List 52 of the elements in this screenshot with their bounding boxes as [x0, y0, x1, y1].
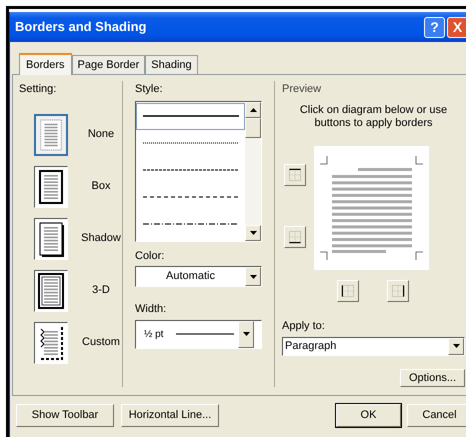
setting-label: Box: [90, 179, 112, 194]
preview-hint: Click on diagram below or use buttons to apply borders: [298, 104, 448, 130]
border-toggle-button[interactable]: [284, 226, 306, 248]
border-edge-icon: [287, 228, 303, 244]
caret-icon: [250, 230, 256, 234]
color-dropdown[interactable]: Automatic: [135, 266, 262, 287]
section-label: Style:: [135, 82, 164, 97]
setting-label: 3-D: [91, 283, 111, 298]
caret-icon: [242, 332, 250, 336]
dropdown-button[interactable]: [448, 338, 464, 354]
width-dropdown[interactable]: ½ pt: [135, 320, 262, 348]
setting-option[interactable]: [34, 322, 68, 364]
scroll-up-icon: [250, 108, 256, 112]
setting-label: Shadow: [80, 231, 122, 246]
border-toggle-button[interactable]: [284, 164, 306, 186]
border-toggle-button[interactable]: [387, 280, 409, 302]
scrollbar[interactable]: [245, 102, 261, 240]
border-edge-icon: [390, 282, 406, 298]
apply-to-dropdown[interactable]: Paragraph: [282, 337, 465, 356]
field-label: Apply to:: [282, 318, 326, 334]
footer-button[interactable]: OK: [336, 404, 401, 427]
footer-button[interactable]: Horizontal Line...: [121, 404, 219, 427]
section-label: Setting:: [19, 82, 58, 97]
window-title: Borders and Shading: [15, 18, 148, 36]
help-button[interactable]: ?: [424, 16, 445, 38]
page-border-icon: [35, 270, 67, 310]
dropdown-button[interactable]: [238, 320, 254, 348]
caret-icon: [250, 274, 256, 278]
setting-option[interactable]: [34, 218, 68, 260]
field-label: Color:: [135, 248, 166, 264]
section-label: Preview: [282, 82, 322, 97]
border-edge-icon: [340, 282, 356, 298]
field-label: Width:: [135, 302, 168, 317]
dropdown-button[interactable]: [245, 267, 261, 286]
line-style-option[interactable]: [136, 102, 245, 130]
footer-button[interactable]: Cancel: [407, 404, 466, 427]
close-button[interactable]: X: [447, 16, 466, 38]
footer-button[interactable]: Show Toolbar: [16, 404, 114, 427]
tab[interactable]: Page Border: [72, 55, 146, 74]
line-width-sample: [176, 333, 234, 335]
options-button[interactable]: Options...: [400, 368, 465, 387]
caret-icon: [452, 344, 460, 348]
border-toggle-button[interactable]: [337, 280, 359, 302]
setting-option[interactable]: [34, 166, 68, 208]
setting-label: Custom: [81, 335, 121, 350]
tab[interactable]: Borders: [19, 53, 72, 75]
border-edge-icon: [287, 166, 303, 182]
scroll-thumb[interactable]: [245, 118, 261, 138]
tab[interactable]: Shading: [145, 55, 198, 74]
style-list[interactable]: [135, 100, 262, 242]
setting-option[interactable]: [34, 270, 68, 312]
setting-label: None: [86, 127, 116, 142]
